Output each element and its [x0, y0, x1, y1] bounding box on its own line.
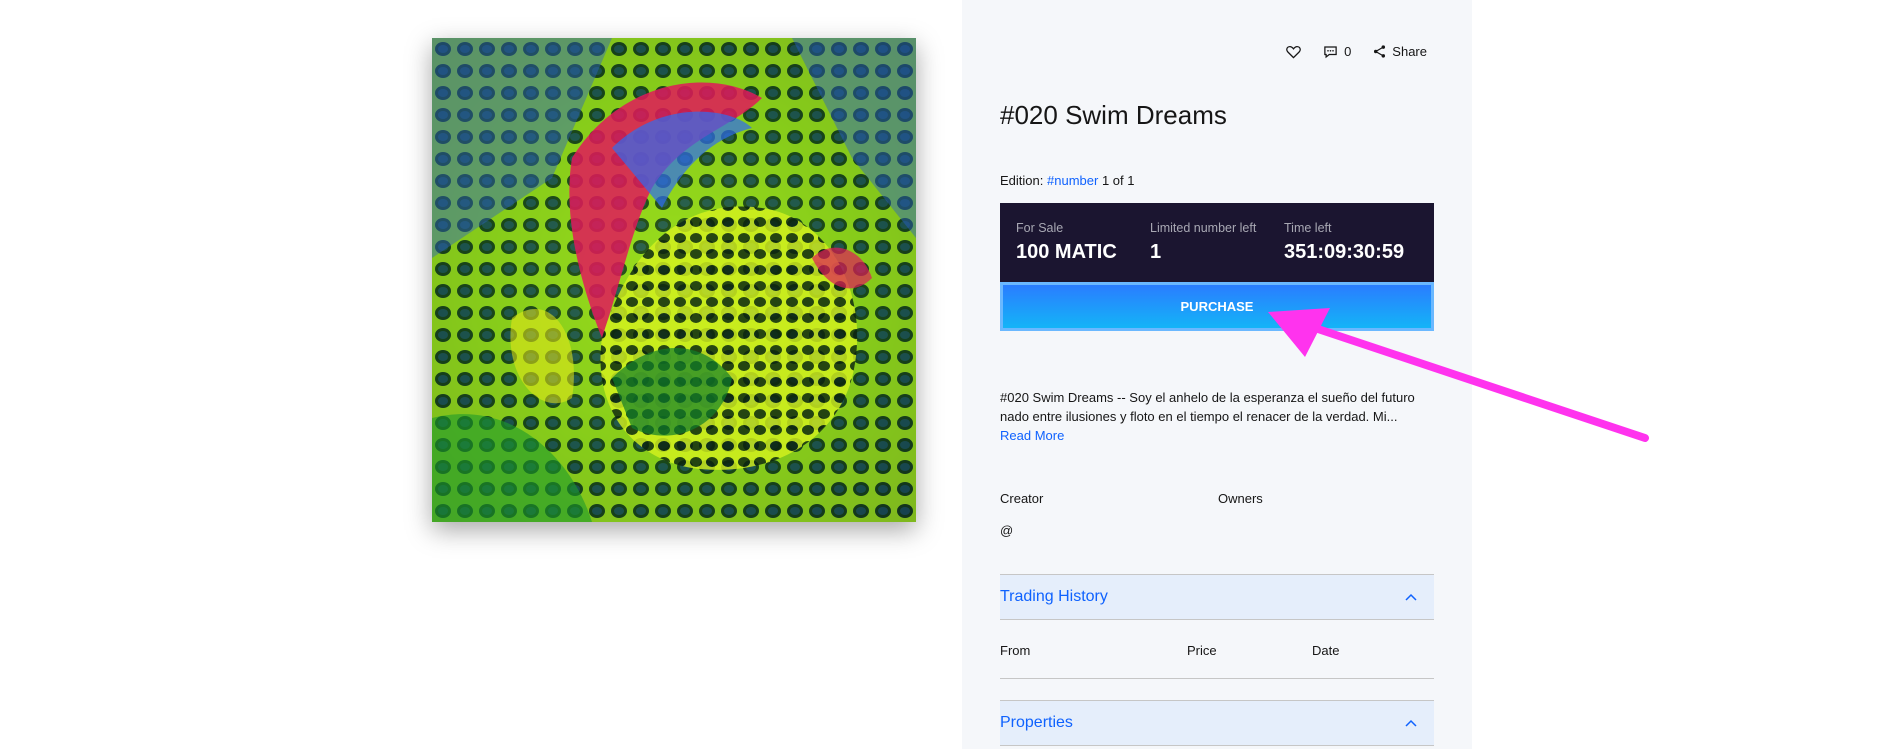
chevron-up-icon: [1405, 593, 1417, 601]
read-more-link[interactable]: Read More: [1000, 428, 1064, 443]
properties-title: Properties: [1000, 714, 1073, 731]
edition-label: Edition:: [1000, 173, 1044, 188]
trading-history-accordion[interactable]: Trading History: [1000, 574, 1434, 620]
limited-value: 1: [1150, 241, 1162, 263]
nft-artwork-image[interactable]: [432, 38, 916, 522]
share-label: Share: [1392, 44, 1427, 59]
creator-handle[interactable]: @: [1000, 523, 1013, 538]
share-icon: [1374, 45, 1386, 58]
comment-icon: [1324, 45, 1337, 58]
item-description: #020 Swim Dreams -- Soy el anhelo de la …: [1000, 390, 1415, 424]
time-left-value: 351:09:30:59: [1284, 241, 1405, 263]
column-price: Price: [1187, 643, 1217, 658]
time-left-block: Time left 351:09:30:59: [1284, 221, 1404, 264]
sale-info-box: For Sale 100 MATIC Limited number left 1…: [1000, 203, 1434, 282]
share-button[interactable]: Share: [1373, 44, 1427, 59]
comment-count: 0: [1344, 44, 1352, 59]
edition-tag-link[interactable]: #number: [1047, 173, 1098, 188]
artwork-graphic: [432, 38, 916, 522]
comments-button[interactable]: 0: [1323, 44, 1351, 59]
for-sale-block: For Sale 100 MATIC: [1016, 221, 1117, 264]
creator-label: Creator: [1000, 491, 1044, 506]
column-date: Date: [1312, 643, 1340, 658]
table-divider: [1000, 678, 1434, 679]
item-details-panel: 0 Share #020 Swim Dreams Edition: #numbe…: [962, 0, 1472, 749]
limited-label: Limited number left: [1150, 221, 1257, 235]
properties-accordion[interactable]: Properties: [1000, 700, 1434, 746]
column-from: From: [1000, 643, 1031, 658]
time-left-label: Time left: [1284, 221, 1332, 235]
edition-info: Edition: #number 1 of 1: [1000, 173, 1134, 188]
chevron-up-icon: [1405, 719, 1417, 727]
like-button[interactable]: [1286, 45, 1301, 59]
edition-value: 1 of 1: [1101, 173, 1135, 188]
limited-block: Limited number left 1: [1150, 221, 1256, 264]
item-title: #020 Swim Dreams: [1000, 100, 1227, 130]
price-value: 100 MATIC: [1016, 241, 1117, 263]
for-sale-label: For Sale: [1016, 221, 1064, 235]
purchase-button[interactable]: PURCHASE: [1000, 282, 1434, 331]
trading-history-title: Trading History: [1000, 588, 1108, 605]
item-actions: 0 Share: [1286, 44, 1427, 59]
owners-label: Owners: [1218, 491, 1263, 506]
annotation-arrow: [1268, 308, 1649, 442]
heart-icon: [1286, 45, 1301, 59]
